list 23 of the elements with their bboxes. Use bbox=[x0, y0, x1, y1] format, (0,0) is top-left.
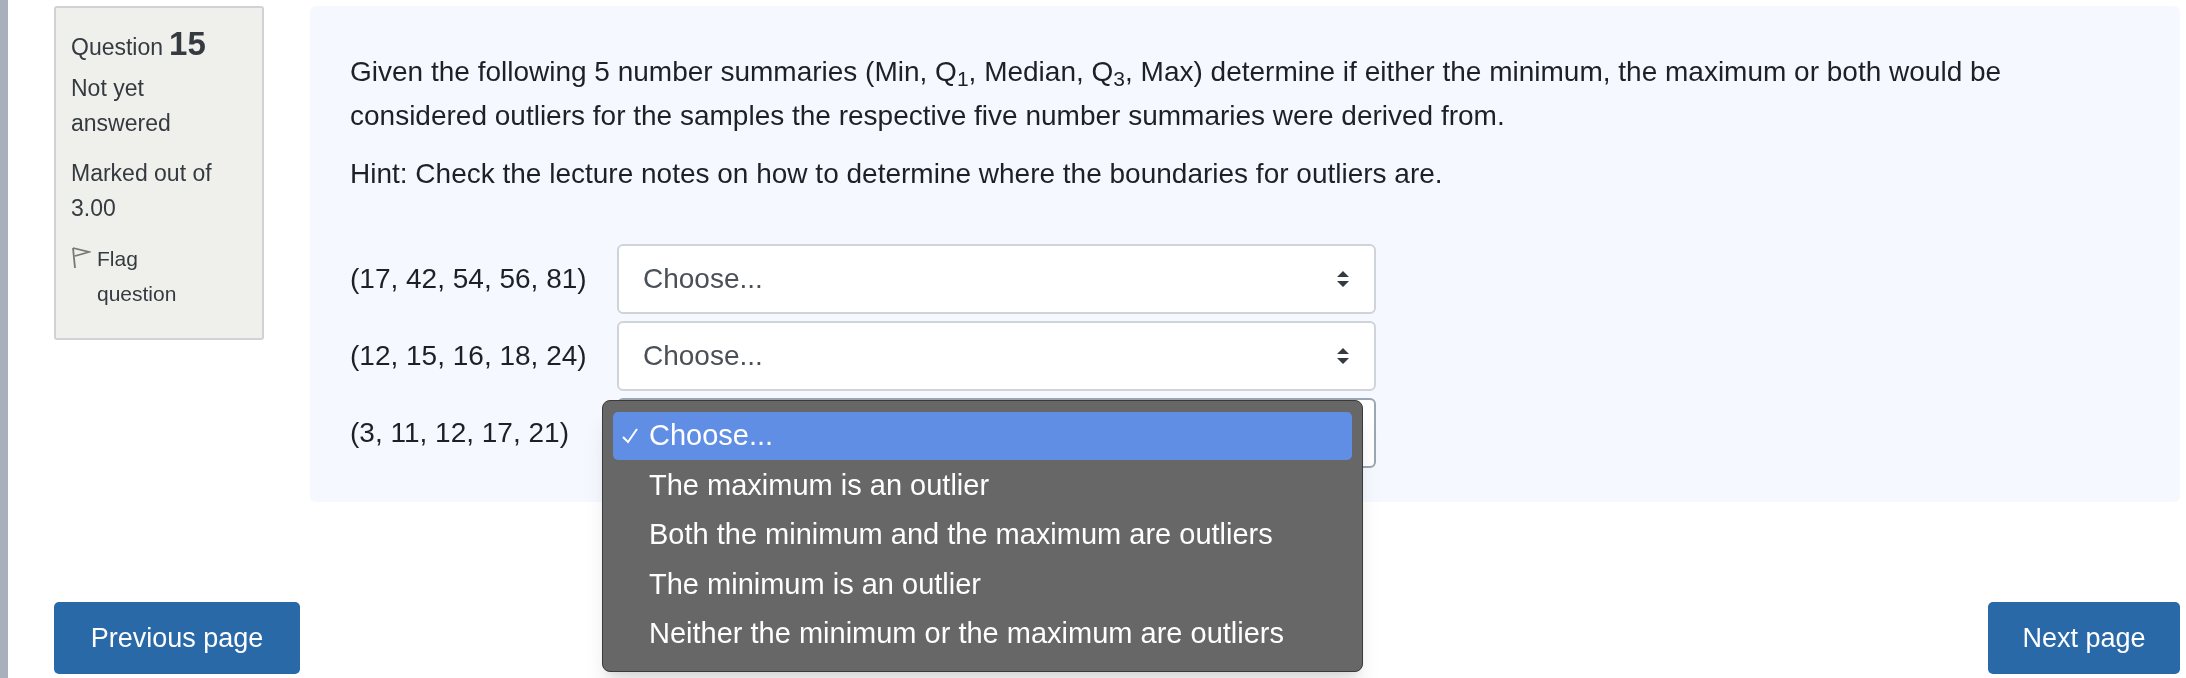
summary-label: (12, 15, 16, 18, 24) bbox=[350, 339, 588, 373]
up-down-chevron-icon bbox=[1336, 347, 1350, 365]
marks-text: Marked out of 3.00 bbox=[71, 159, 213, 223]
answer-select[interactable]: Choose... bbox=[617, 321, 1376, 391]
hint-text: Hint: Check the lecture notes on how to determine where the boundaries for outliers are. bbox=[350, 157, 1444, 191]
question-text: Given the following 5 number summaries (Min, Q$_{1}$, Median, Q$_{3}$, Max) determine if either the minimum, the maximum or both would be considered outliers for the samples the respective five number summaries were derived from. bbox=[350, 55, 2003, 133]
summary-label: (3, 11, 12, 17, 21) bbox=[350, 416, 570, 450]
up-down-chevron-icon bbox=[1336, 270, 1350, 288]
summary-label: (17, 42, 54, 56, 81) bbox=[350, 262, 588, 296]
next-page-button[interactable]: Next page bbox=[1988, 602, 2180, 674]
dropdown-option[interactable]: The minimum is an outlier bbox=[613, 560, 1352, 609]
checkmark-icon bbox=[621, 426, 639, 445]
question-label: Question bbox=[71, 33, 164, 62]
answer-select[interactable]: Choose... bbox=[617, 244, 1376, 314]
dropdown-option[interactable]: Neither the minimum or the maximum are outliers bbox=[613, 610, 1352, 658]
question-number: 15 bbox=[169, 26, 206, 61]
previous-page-button[interactable]: Previous page bbox=[54, 602, 300, 674]
flag-question-link[interactable]: Flag question bbox=[71, 241, 232, 311]
dropdown-option[interactable]: Both the minimum and the maximum are outliers bbox=[613, 511, 1352, 559]
question-status: Not yet answered bbox=[71, 74, 172, 138]
dropdown-option[interactable]: Choose... bbox=[613, 412, 1352, 460]
flag-icon bbox=[71, 246, 91, 270]
dropdown-option[interactable]: The maximum is an outlier bbox=[613, 461, 1352, 510]
